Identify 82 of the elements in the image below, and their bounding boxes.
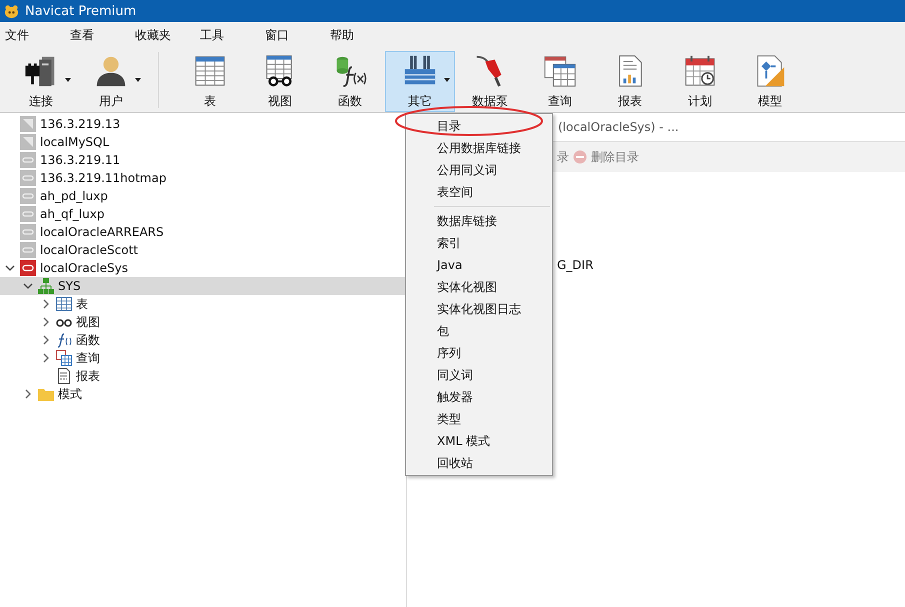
tree-item[interactable]: 视图 (0, 313, 406, 331)
menu-item[interactable]: 目录 (406, 115, 552, 137)
toolbar-button[interactable]: 录 (557, 148, 569, 166)
connection-icon (20, 260, 36, 276)
menu-item[interactable]: 窗口 (260, 26, 325, 44)
toolbar-button[interactable]: 数据泵 (455, 51, 525, 112)
minus-circle-icon (573, 150, 587, 164)
menu-item[interactable]: 帮助 (325, 26, 390, 44)
menu-item[interactable]: 文件 (0, 26, 65, 44)
connection-icon (20, 134, 36, 150)
toolbar-button[interactable]: 连接 (6, 51, 76, 112)
toolbar-button[interactable]: 模型 (735, 51, 805, 112)
expanded-chevron-icon[interactable] (5, 263, 15, 273)
window-title: Navicat Premium (25, 4, 136, 18)
calendar-clock-icon (683, 54, 717, 88)
menu-item[interactable]: 同义词 (406, 364, 552, 386)
user-icon (94, 54, 128, 88)
report-icon (56, 368, 72, 384)
menu-item[interactable]: Java (406, 254, 552, 276)
menu-item[interactable]: 索引 (406, 232, 552, 254)
schema-icon (38, 278, 54, 294)
collapsed-chevron-icon[interactable] (41, 335, 51, 345)
menu-item[interactable]: 数据库链接 (406, 210, 552, 232)
menu-item[interactable]: 表空间 (406, 181, 552, 203)
tree-item[interactable]: 查询 (0, 349, 406, 367)
tree-item[interactable]: localOracleARREARS (0, 223, 406, 241)
toolbar-button[interactable]: 视图 (245, 51, 315, 112)
collapsed-chevron-icon[interactable] (41, 353, 51, 363)
toolbar-button[interactable]: 计划 (665, 51, 735, 112)
list-item[interactable]: G_DIR (557, 258, 905, 276)
connection-icon (20, 206, 36, 222)
app-logo-icon (4, 4, 19, 18)
delete-directory-button[interactable]: 删除目录 (573, 148, 639, 166)
menu-item[interactable]: 公用同义词 (406, 159, 552, 181)
toolbar-button[interactable]: 用户 (76, 51, 146, 112)
menu-item[interactable]: 回收站 (406, 452, 552, 474)
tree-item[interactable]: 136.3.219.11hotmap (0, 169, 406, 187)
tree-item[interactable]: 136.3.219.11 (0, 151, 406, 169)
menu-item[interactable]: 类型 (406, 408, 552, 430)
table-icon (56, 296, 72, 312)
expanded-chevron-icon[interactable] (23, 281, 33, 291)
toolbar-button[interactable]: 表 (175, 51, 245, 112)
collapsed-chevron-icon[interactable] (23, 389, 33, 399)
tree-item[interactable]: localOracleScott (0, 241, 406, 259)
menu-item[interactable]: 公用数据库链接 (406, 137, 552, 159)
menu-item[interactable]: 查看 (65, 26, 130, 44)
tree-item[interactable]: 表 (0, 295, 406, 313)
tree-item[interactable]: 报表 (0, 367, 406, 385)
stacked-tables-icon (543, 54, 577, 88)
connection-icon (20, 242, 36, 258)
tab-title[interactable]: (localOracleSys) - ... (558, 120, 679, 134)
toolbar-button[interactable]: 报表 (595, 51, 665, 112)
connection-icon (20, 224, 36, 240)
collapsed-chevron-icon[interactable] (41, 299, 51, 309)
connection-icon (20, 170, 36, 186)
menu-item[interactable]: 序列 (406, 342, 552, 364)
menu-item[interactable]: 触发器 (406, 386, 552, 408)
connection-icon (20, 188, 36, 204)
tree-item[interactable]: ah_pd_luxp (0, 187, 406, 205)
tree-item[interactable]: SYS (0, 277, 406, 295)
menu-item[interactable]: 实体化视图 (406, 276, 552, 298)
tree-item[interactable]: 函数 (0, 331, 406, 349)
tree-item[interactable]: localOracleSys (0, 259, 406, 277)
stacked-tables-icon (56, 350, 72, 366)
function-icon (56, 332, 72, 348)
tree-item[interactable]: 模式 (0, 385, 406, 403)
menu-item[interactable]: 包 (406, 320, 552, 342)
connection-icon (20, 116, 36, 132)
tree-item[interactable]: ah_qf_luxp (0, 205, 406, 223)
folder-icon (38, 386, 54, 402)
toolbar-button[interactable]: 函数 (315, 51, 385, 112)
menu-item[interactable]: 工具 (195, 26, 260, 44)
table-icon (193, 54, 227, 88)
collapsed-chevron-icon[interactable] (41, 317, 51, 327)
toolbar-button[interactable]: 其它 (385, 51, 455, 112)
menu-item[interactable]: 实体化视图日志 (406, 298, 552, 320)
tree-item[interactable]: 136.3.219.13 (0, 115, 406, 133)
menu-item[interactable]: XML 模式 (406, 430, 552, 452)
toolbar-button[interactable]: 查询 (525, 51, 595, 112)
menu-item[interactable]: 收藏夹 (130, 26, 195, 44)
connection-icon (20, 152, 36, 168)
tree-item[interactable]: localMySQL (0, 133, 406, 151)
